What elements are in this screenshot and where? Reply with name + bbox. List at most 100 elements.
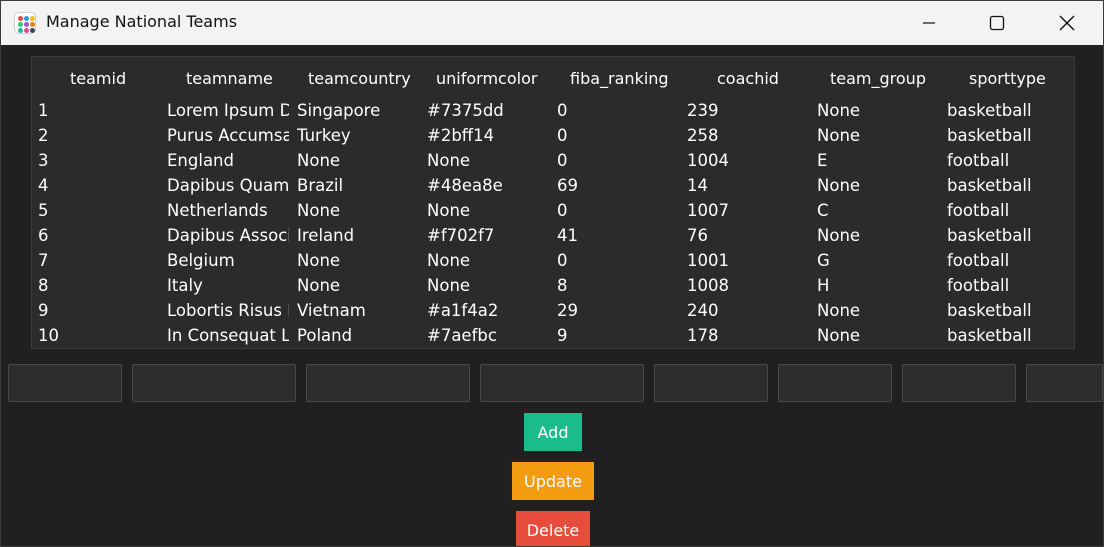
table-cell-team-group[interactable]: C — [817, 198, 939, 223]
add-button[interactable]: Add — [524, 413, 582, 451]
table-cell-teamcountry[interactable]: None — [297, 248, 419, 273]
table-row[interactable]: 10 In Consequat LL Poland #7aefbc 9 178 None ba… — [32, 323, 1074, 348]
table-cell-fiba-ranking[interactable]: 0 — [557, 148, 679, 173]
table-cell-teamid[interactable]: 3 — [38, 148, 158, 173]
fiba-ranking-input[interactable] — [654, 364, 768, 402]
table-cell-uniformcolor[interactable]: #7aefbc — [427, 323, 549, 348]
table-cell-teamname[interactable]: Dapibus Quam — [167, 173, 289, 198]
coachid-input[interactable] — [778, 364, 892, 402]
table-cell-coachid[interactable]: 178 — [687, 323, 809, 348]
minimize-button[interactable] — [906, 1, 952, 45]
table-cell-coachid[interactable]: 1008 — [687, 273, 809, 298]
table-cell-teamid[interactable]: 4 — [38, 173, 158, 198]
table-cell-coachid[interactable]: 258 — [687, 123, 809, 148]
teams-table[interactable]: teamid teamname teamcountry uniformcolor… — [31, 56, 1075, 349]
table-cell-teamcountry[interactable]: Poland — [297, 323, 419, 348]
column-header-teamid[interactable]: teamid — [70, 69, 126, 88]
table-cell-uniformcolor[interactable]: None — [427, 198, 549, 223]
table-cell-teamname[interactable]: In Consequat LL — [167, 323, 289, 348]
table-cell-sporttype[interactable]: basketball — [947, 98, 1072, 123]
column-header-uniformcolor[interactable]: uniformcolor — [436, 69, 537, 88]
table-cell-teamname[interactable]: Netherlands — [167, 198, 289, 223]
table-cell-teamname[interactable]: England — [167, 148, 289, 173]
table-cell-sporttype[interactable]: football — [947, 198, 1072, 223]
table-cell-coachid[interactable]: 76 — [687, 223, 809, 248]
table-cell-uniformcolor[interactable]: #7375dd — [427, 98, 549, 123]
table-cell-teamname[interactable]: Belgium — [167, 248, 289, 273]
table-cell-coachid[interactable]: 240 — [687, 298, 809, 323]
table-cell-teamid[interactable]: 6 — [38, 223, 158, 248]
table-cell-sporttype[interactable]: basketball — [947, 323, 1072, 348]
column-header-teamname[interactable]: teamname — [186, 69, 273, 88]
table-cell-team-group[interactable]: E — [817, 148, 939, 173]
teamcountry-input[interactable] — [306, 364, 470, 402]
table-cell-team-group[interactable]: None — [817, 323, 939, 348]
table-cell-teamcountry[interactable]: Brazil — [297, 173, 419, 198]
team-group-input[interactable] — [902, 364, 1016, 402]
table-cell-sporttype[interactable]: basketball — [947, 223, 1072, 248]
column-header-coachid[interactable]: coachid — [717, 69, 779, 88]
table-row[interactable]: 1 Lorem Ipsum D Singapore #7375dd 0 239 None ba… — [32, 98, 1074, 123]
title-bar[interactable]: Manage National Teams — [1, 1, 1103, 45]
table-cell-uniformcolor[interactable]: None — [427, 148, 549, 173]
table-cell-teamname[interactable]: Lorem Ipsum D — [167, 98, 289, 123]
table-cell-sporttype[interactable]: basketball — [947, 123, 1072, 148]
table-cell-teamname[interactable]: Purus Accumsan — [167, 123, 289, 148]
table-row[interactable]: 5 Netherlands None None 0 1007 Cfootball — [32, 198, 1074, 223]
table-cell-fiba-ranking[interactable]: 0 — [557, 248, 679, 273]
table-cell-teamcountry[interactable]: None — [297, 273, 419, 298]
column-header-teamcountry[interactable]: teamcountry — [308, 69, 411, 88]
table-cell-coachid[interactable]: 1001 — [687, 248, 809, 273]
table-cell-teamid[interactable]: 8 — [38, 273, 158, 298]
table-cell-uniformcolor[interactable]: #2bff14 — [427, 123, 549, 148]
table-row[interactable]: 4 Dapibus Quam Brazil #48ea8e 69 14 None basket… — [32, 173, 1074, 198]
table-cell-teamid[interactable]: 9 — [38, 298, 158, 323]
table-cell-team-group[interactable]: None — [817, 298, 939, 323]
table-cell-fiba-ranking[interactable]: 69 — [557, 173, 679, 198]
table-cell-teamcountry[interactable]: Turkey — [297, 123, 419, 148]
column-header-sporttype[interactable]: sporttype — [969, 69, 1046, 88]
teamid-input[interactable] — [8, 364, 122, 402]
table-cell-teamname[interactable]: Lobortis Risus I — [167, 298, 289, 323]
table-cell-uniformcolor[interactable]: #48ea8e — [427, 173, 549, 198]
table-cell-teamcountry[interactable]: Ireland — [297, 223, 419, 248]
table-cell-teamcountry[interactable]: None — [297, 148, 419, 173]
table-cell-coachid[interactable]: 1004 — [687, 148, 809, 173]
table-cell-sporttype[interactable]: football — [947, 273, 1072, 298]
table-cell-fiba-ranking[interactable]: 9 — [557, 323, 679, 348]
teamname-input[interactable] — [132, 364, 296, 402]
table-cell-fiba-ranking[interactable]: 0 — [557, 98, 679, 123]
table-cell-team-group[interactable]: G — [817, 248, 939, 273]
table-row[interactable]: 3 England None None 0 1004 Efootball — [32, 148, 1074, 173]
table-cell-coachid[interactable]: 1007 — [687, 198, 809, 223]
table-cell-teamid[interactable]: 7 — [38, 248, 158, 273]
table-cell-fiba-ranking[interactable]: 8 — [557, 273, 679, 298]
table-cell-teamname[interactable]: Italy — [167, 273, 289, 298]
table-row[interactable]: 8 Italy None None 8 1008 Hfootball — [32, 273, 1074, 298]
table-row[interactable]: 6 Dapibus Associ Ireland #f702f7 41 76 None bas… — [32, 223, 1074, 248]
table-cell-teamcountry[interactable]: Singapore — [297, 98, 419, 123]
close-button[interactable] — [1044, 1, 1090, 45]
table-cell-teamcountry[interactable]: None — [297, 198, 419, 223]
table-row[interactable]: 9 Lobortis Risus I Vietnam #a1f4a2 29 240 None… — [32, 298, 1074, 323]
table-cell-uniformcolor[interactable]: None — [427, 273, 549, 298]
table-cell-uniformcolor[interactable]: #a1f4a2 — [427, 298, 549, 323]
table-cell-team-group[interactable]: None — [817, 98, 939, 123]
column-header-team-group[interactable]: team_group — [830, 69, 926, 88]
maximize-button[interactable] — [974, 1, 1020, 45]
table-cell-team-group[interactable]: None — [817, 123, 939, 148]
table-cell-sporttype[interactable]: football — [947, 248, 1072, 273]
table-cell-coachid[interactable]: 239 — [687, 98, 809, 123]
table-cell-fiba-ranking[interactable]: 41 — [557, 223, 679, 248]
table-row[interactable]: 7 Belgium None None 0 1001 Gfootball — [32, 248, 1074, 273]
update-button[interactable]: Update — [512, 462, 594, 500]
table-row[interactable]: 2 Purus Accumsan Turkey #2bff14 0 258 None bask… — [32, 123, 1074, 148]
table-cell-sporttype[interactable]: basketball — [947, 173, 1072, 198]
table-cell-fiba-ranking[interactable]: 29 — [557, 298, 679, 323]
delete-button[interactable]: Delete — [516, 511, 590, 546]
table-cell-teamid[interactable]: 2 — [38, 123, 158, 148]
sporttype-input[interactable] — [1026, 364, 1103, 402]
table-cell-coachid[interactable]: 14 — [687, 173, 809, 198]
table-cell-team-group[interactable]: None — [817, 223, 939, 248]
table-cell-teamcountry[interactable]: Vietnam — [297, 298, 419, 323]
